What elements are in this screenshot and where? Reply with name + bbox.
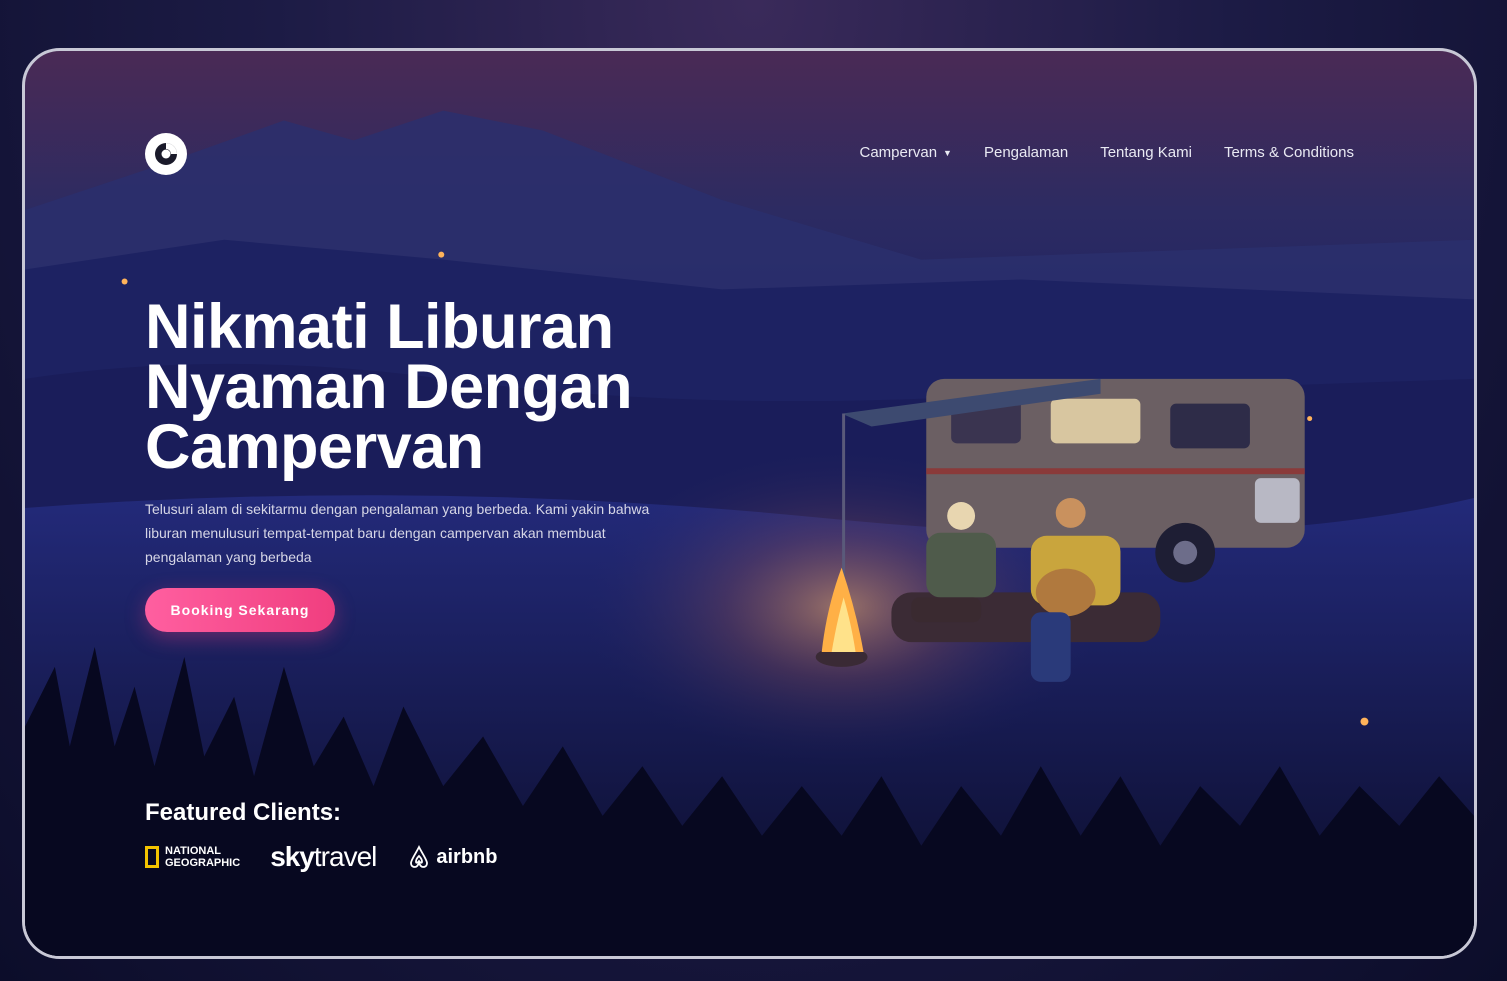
nav-item-label: Pengalaman — [983, 144, 1069, 161]
nav-item-terms[interactable]: Terms & Conditions — [1224, 144, 1354, 161]
hero-title-line: Campervan — [145, 412, 484, 482]
airbnb-icon — [410, 844, 429, 868]
nav-item-label: Campervan — [859, 144, 938, 161]
chevron-down-icon: ▼ — [943, 147, 952, 158]
natgeo-icon — [145, 846, 159, 868]
main-nav: Campervan ▼ Pengalaman Tentang Kami Term… — [860, 144, 1355, 161]
sky-label: sky — [270, 841, 315, 872]
clients-logos: NATIONAL GEOGRAPHIC skytravel airbnb — [145, 841, 498, 873]
nav-item-label: Terms & Conditions — [1223, 144, 1354, 161]
page-frame: Campervan ▼ Pengalaman Tentang Kami Term… — [22, 48, 1477, 959]
client-logo-airbnb: airbnb — [406, 844, 498, 870]
airbnb-label: airbnb — [436, 845, 498, 868]
logo[interactable] — [145, 133, 187, 175]
client-logo-national-geographic: NATIONAL GEOGRAPHIC — [145, 845, 240, 869]
hero-title-line: Nikmati Liburan — [145, 292, 614, 362]
client-logo-skytravel: skytravel — [270, 841, 377, 873]
nav-item-tentang-kami[interactable]: Tentang Kami — [1100, 144, 1192, 161]
hero-description: Telusuri alam di sekitarmu dengan pengal… — [145, 501, 650, 565]
nav-item-campervan[interactable]: Campervan ▼ — [860, 144, 952, 161]
natgeo-label: NATIONAL GEOGRAPHIC — [165, 845, 241, 869]
nav-item-pengalaman[interactable]: Pengalaman — [984, 144, 1068, 161]
logo-icon — [155, 143, 177, 165]
clients-title: Featured Clients: — [145, 799, 342, 826]
nav-item-label: Tentang Kami — [1100, 144, 1192, 161]
hero-title: Nikmati Liburan Nyaman Dengan Campervan — [145, 292, 765, 482]
hero-title-line: Nyaman Dengan — [145, 352, 633, 422]
travel-label: travel — [313, 841, 377, 872]
booking-button[interactable]: Booking Sekarang — [145, 588, 335, 632]
